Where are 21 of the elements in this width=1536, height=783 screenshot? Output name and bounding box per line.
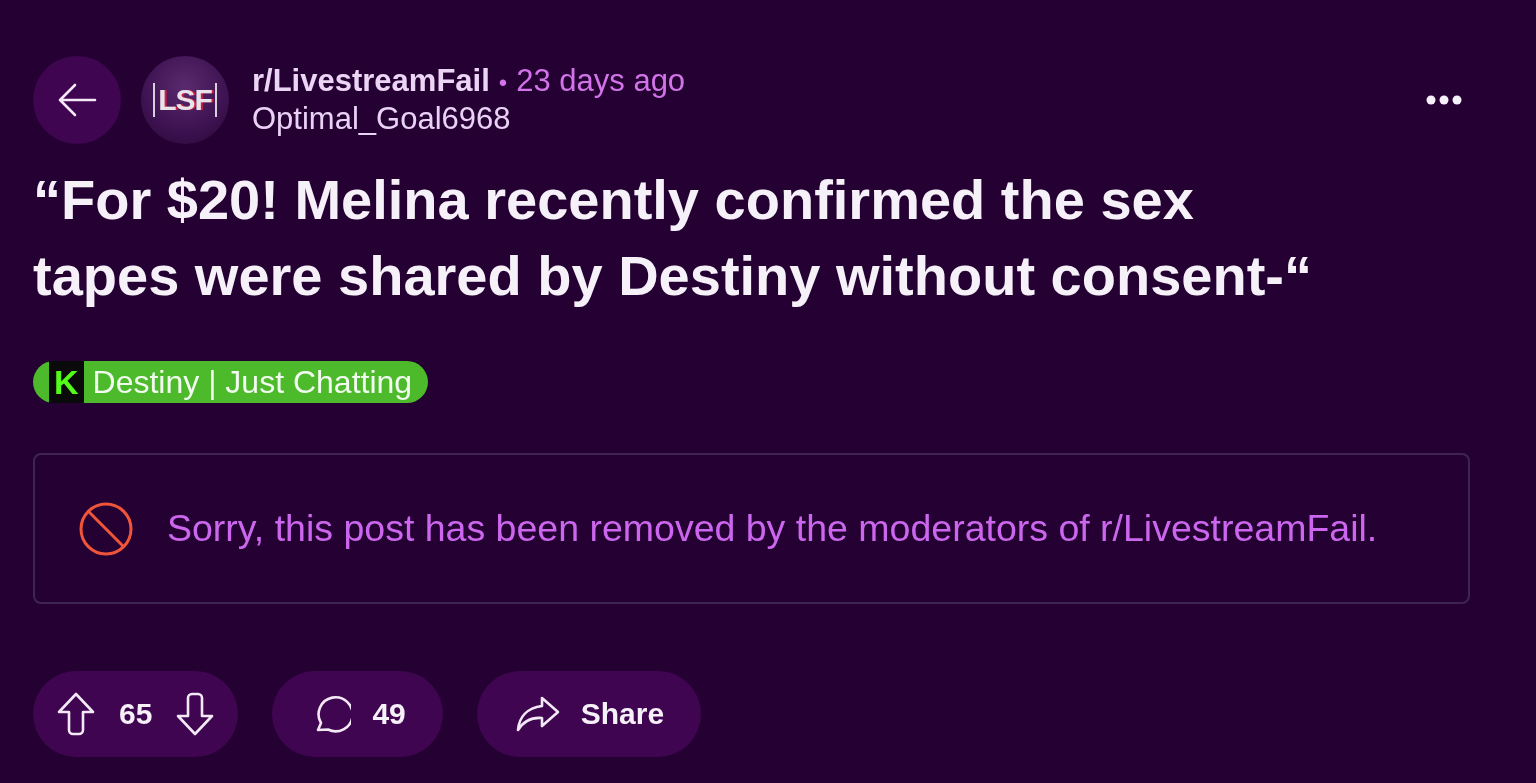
avatar-logo-text: LSF xyxy=(153,83,217,117)
prohibited-icon xyxy=(79,501,133,556)
vote-count: 65 xyxy=(119,697,153,731)
author-link[interactable]: Optimal_Goal6968 xyxy=(252,101,686,137)
separator-dot: • xyxy=(498,69,508,97)
down-arrow-icon xyxy=(176,692,215,736)
post-time: 23 days ago xyxy=(516,63,686,99)
post-title: “For $20! Melina recently confirmed the sex tapes were shared by Destiny without consent-“ xyxy=(33,167,1313,309)
ellipsis-icon xyxy=(1426,95,1462,105)
up-arrow-icon xyxy=(57,692,95,736)
comments-button[interactable]: 49 xyxy=(272,671,443,757)
flair-text: Destiny | Just Chatting xyxy=(92,363,413,401)
upvote-button[interactable] xyxy=(57,692,95,736)
share-arrow-icon xyxy=(515,695,560,733)
flair-logo-letter: K xyxy=(49,361,84,403)
subreddit-avatar[interactable]: LSF xyxy=(141,56,229,144)
share-button[interactable]: Share xyxy=(476,671,702,757)
downvote-button[interactable] xyxy=(176,692,215,736)
back-arrow-icon xyxy=(57,83,97,117)
removed-message: Sorry, this post has been removed by the moderators of r/LivestreamFail. xyxy=(167,507,1378,550)
subreddit-link[interactable]: r/LivestreamFail xyxy=(252,63,490,99)
